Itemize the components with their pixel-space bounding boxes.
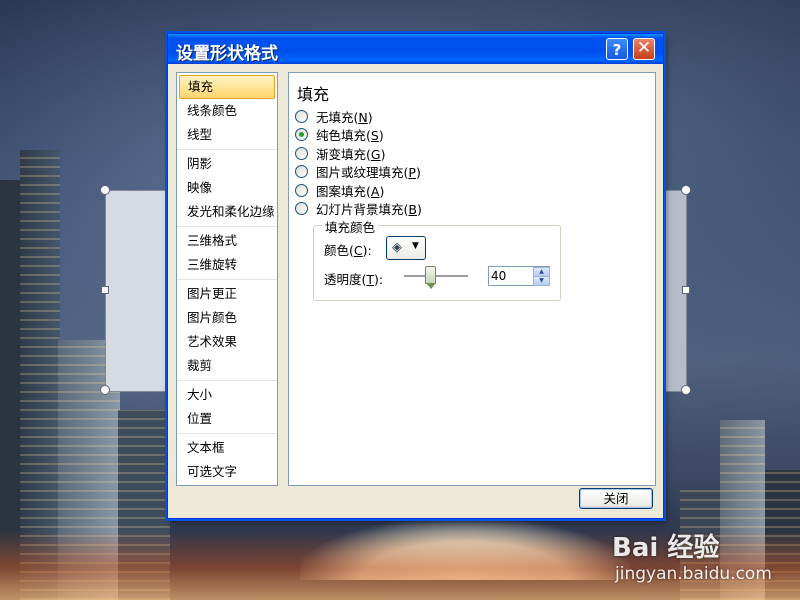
resize-handle-bottom-right[interactable] bbox=[681, 385, 691, 395]
baidu-watermark: Bai 经验 bbox=[612, 533, 720, 563]
fill-option-label: 幻灯片背景填充(B) bbox=[316, 202, 422, 217]
fill-option-label: 图片或纹理填充(P) bbox=[316, 165, 421, 180]
color-picker-button[interactable]: ◈ ▼ bbox=[386, 236, 426, 260]
radio-button[interactable] bbox=[295, 183, 308, 197]
nav-group: 文本框 可选文字 bbox=[177, 434, 277, 486]
nav-item[interactable]: 文本框 bbox=[179, 436, 275, 460]
nav-item[interactable]: 大小 bbox=[179, 383, 275, 407]
fill-panel: 填充 无填充(N) 纯色填充(S) 渐变填充(G) 图片或纹理填充(P) 图案填充(A)… bbox=[288, 72, 656, 486]
close-button[interactable]: 关闭 bbox=[579, 488, 653, 509]
radio-button[interactable] bbox=[295, 165, 308, 178]
radio-button[interactable] bbox=[295, 146, 308, 160]
transparency-label: 透明度(T): bbox=[324, 272, 384, 287]
spin-down-arrow-icon[interactable]: ▼ bbox=[533, 276, 550, 286]
nav-item[interactable]: 图片颜色 bbox=[179, 306, 275, 330]
nav-item[interactable]: 艺术效果 bbox=[179, 330, 275, 354]
fill-option-label: 图案填充(A) bbox=[316, 183, 385, 199]
nav-item[interactable]: 三维旋转 bbox=[179, 253, 275, 277]
nav-item[interactable]: 线型 bbox=[179, 123, 275, 147]
nav-group: 大小 位置 bbox=[177, 381, 277, 434]
format-shape-dialog: 设置形状格式 ? ✕ 填充 线条颜色 线型 阴影 映像 发光和柔化边缘 三维格式 三维旋转 图片… bbox=[167, 33, 664, 519]
fill-option-label: 无填充(N) bbox=[316, 109, 373, 125]
color-label: 颜色(C): bbox=[324, 243, 372, 258]
dialog-titlebar[interactable]: 设置形状格式 ? ✕ bbox=[168, 34, 663, 64]
transparency-slider[interactable] bbox=[404, 275, 468, 278]
fill-option-label: 渐变填充(G) bbox=[316, 146, 386, 162]
radio-button[interactable] bbox=[295, 109, 308, 123]
nav-item[interactable]: 映像 bbox=[179, 176, 275, 200]
dialog-title: 设置形状格式 bbox=[176, 44, 278, 64]
nav-group: 阴影 映像 发光和柔化边缘 bbox=[177, 150, 277, 227]
resize-handle-bottom-left[interactable] bbox=[100, 385, 110, 395]
nav-item[interactable]: 阴影 bbox=[179, 152, 275, 176]
help-button[interactable]: ? bbox=[606, 38, 628, 60]
resize-handle-left[interactable] bbox=[101, 286, 109, 294]
fill-color-group-label: 填充颜色 bbox=[322, 217, 379, 236]
nav-group: 图片更正 图片颜色 艺术效果 裁剪 bbox=[177, 280, 277, 381]
nav-item[interactable]: 位置 bbox=[179, 407, 275, 431]
title-close-button[interactable]: ✕ bbox=[633, 38, 655, 60]
chevron-down-icon: ▼ bbox=[412, 241, 419, 251]
panel-heading: 填充 bbox=[297, 85, 330, 104]
close-icon: ✕ bbox=[636, 38, 652, 58]
category-nav: 填充 线条颜色 线型 阴影 映像 发光和柔化边缘 三维格式 三维旋转 图片更正 图片颜色 艺术效果裁… bbox=[176, 72, 278, 486]
resize-handle-right[interactable] bbox=[682, 286, 690, 294]
fill-option[interactable]: 渐变填充(G) bbox=[295, 144, 385, 162]
fill-option[interactable]: 纯色填充(S) bbox=[295, 126, 384, 144]
selected-shape-left[interactable] bbox=[105, 190, 171, 392]
nav-item[interactable]: 裁剪 bbox=[179, 354, 275, 378]
nav-item[interactable]: 填充 bbox=[179, 75, 275, 99]
nav-item[interactable]: 三维格式 bbox=[179, 229, 275, 253]
nav-group: 填充 线条颜色 线型 bbox=[177, 73, 277, 150]
fill-color-group: 填充颜色 颜色(C): ◈ ▼ 透明度(T): ▲ ▼ bbox=[313, 217, 561, 301]
fill-option[interactable]: 无填充(N) bbox=[295, 107, 373, 125]
transparency-spinbox: ▲ ▼ bbox=[488, 266, 550, 286]
resize-handle-top-right[interactable] bbox=[681, 185, 691, 195]
nav-item[interactable]: 可选文字 bbox=[179, 460, 275, 484]
paint-bucket-icon: ◈ bbox=[392, 240, 402, 255]
fill-option[interactable]: 幻灯片背景填充(B) bbox=[295, 200, 422, 218]
nav-item[interactable]: 线条颜色 bbox=[179, 99, 275, 123]
radio-button[interactable] bbox=[295, 128, 308, 141]
nav-item[interactable]: 图片更正 bbox=[179, 282, 275, 306]
watermark-url: jingyan.baidu.com bbox=[615, 564, 772, 584]
resize-handle-top-left[interactable] bbox=[100, 185, 110, 195]
help-icon: ? bbox=[612, 41, 622, 59]
transparency-slider-thumb[interactable] bbox=[424, 266, 436, 289]
transparency-input[interactable] bbox=[489, 267, 531, 285]
nav-item[interactable]: 发光和柔化边缘 bbox=[179, 200, 275, 224]
fill-option-label: 纯色填充(S) bbox=[316, 128, 384, 143]
nav-group: 三维格式 三维旋转 bbox=[177, 227, 277, 280]
fill-option[interactable]: 图片或纹理填充(P) bbox=[295, 163, 421, 181]
radio-button[interactable] bbox=[295, 202, 308, 215]
fill-option[interactable]: 图案填充(A) bbox=[295, 181, 384, 199]
